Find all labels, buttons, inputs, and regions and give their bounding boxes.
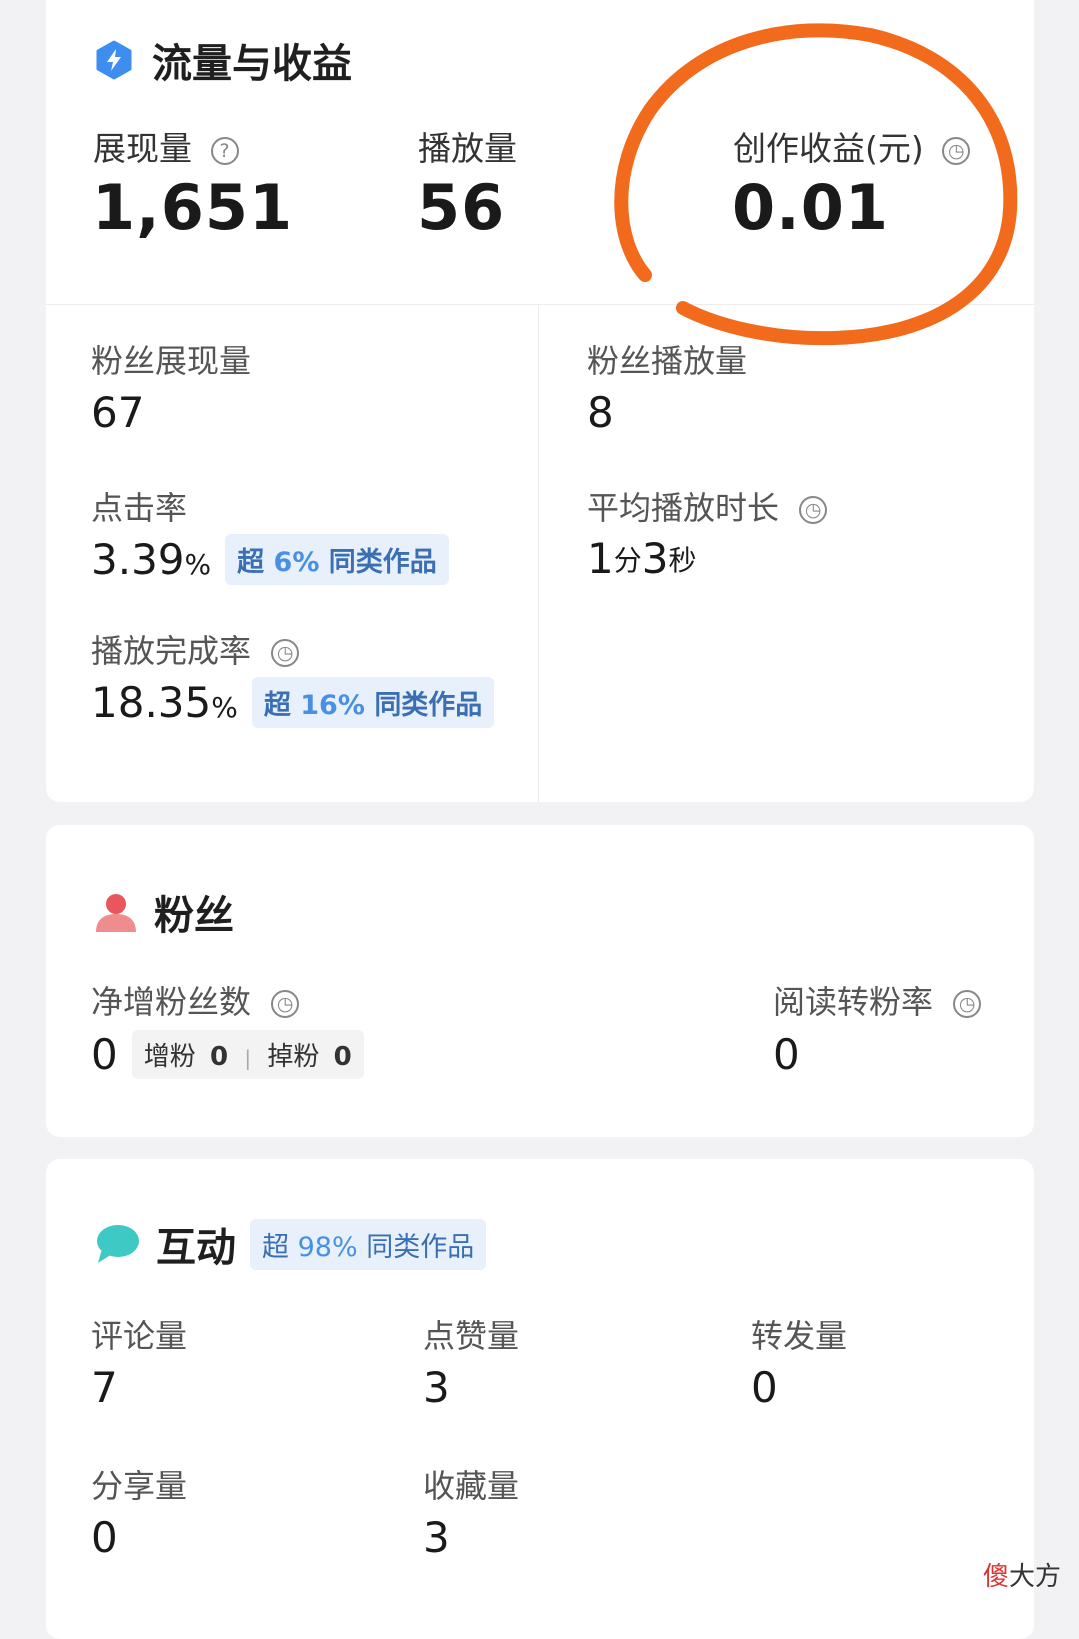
fans-title: 粉丝 (154, 893, 234, 939)
read-convert-label-row: 阅读转粉率 ◷ (773, 977, 982, 1023)
watermark-first: 傻 (982, 1562, 1009, 1592)
watermark-rest: 大方 (1008, 1562, 1061, 1592)
gain-label: 增粉 (143, 1042, 196, 1072)
fan-plays-value: 8 (587, 388, 614, 437)
fan-exposure-value: 67 (91, 388, 145, 437)
completion-label: 播放完成率 (91, 632, 252, 670)
badge-prefix: 超 (263, 690, 291, 721)
avg-duration-row: 1 分 3 秒 (587, 534, 697, 583)
ctr-badge: 超 6% 同类作品 (225, 534, 449, 585)
net-growth-label: 净增粉丝数 (91, 983, 252, 1021)
avg-duration-sec-unit: 秒 (668, 544, 697, 577)
traffic-header: 流量与收益 (94, 31, 352, 89)
exposure-value: 1,651 (92, 171, 294, 244)
badge-value: 98% (297, 1231, 358, 1263)
badge-suffix: 同类作品 (328, 547, 437, 578)
completion-label-row: 播放完成率 ◷ (91, 626, 300, 672)
likes-value: 3 (423, 1363, 450, 1412)
favorites-label: 收藏量 (423, 1467, 520, 1505)
badge-prefix: 超 (237, 547, 265, 578)
clock-icon[interactable]: ◷ (942, 136, 971, 165)
completion-row: 18.35 % 超 16% 同类作品 (91, 677, 495, 728)
avg-duration-sec: 3 (641, 534, 669, 583)
question-icon[interactable]: ? (210, 136, 239, 165)
traffic-card: 流量与收益 展现量 ? 1,651 播放量 56 创作收益(元) ◷ 0.01 … (46, 0, 1034, 802)
clock-icon[interactable]: ◷ (271, 990, 300, 1018)
comments-value: 7 (91, 1363, 118, 1412)
loss-value: 0 (333, 1042, 352, 1072)
clock-icon[interactable]: ◷ (799, 496, 828, 524)
divider (538, 304, 539, 802)
fans-card: 粉丝 净增粉丝数 ◷ 0 增粉 0 | 掉粉 0 阅读转粉率 ◷ 0 (46, 825, 1034, 1137)
avg-duration-min-unit: 分 (613, 544, 642, 577)
separator: | (244, 1046, 252, 1070)
traffic-title: 流量与收益 (152, 41, 352, 87)
completion-unit: % (211, 691, 238, 724)
net-growth-label-row: 净增粉丝数 ◷ (91, 977, 300, 1023)
shares-value: 0 (91, 1513, 118, 1562)
completion-value: 18.35 (91, 678, 212, 727)
completion-badge: 超 16% 同类作品 (251, 677, 495, 728)
avg-duration-label-row: 平均播放时长 ◷ (587, 483, 828, 529)
badge-value: 6% (273, 547, 320, 578)
net-growth-value: 0 (91, 1030, 118, 1079)
clock-icon[interactable]: ◷ (953, 990, 982, 1018)
read-convert-label: 阅读转粉率 (773, 983, 934, 1021)
exposure-label: 展现量 (93, 129, 192, 168)
exposure-label-row: 展现量 ? (93, 122, 239, 170)
badge-suffix: 同类作品 (374, 690, 483, 721)
forwards-value: 0 (751, 1363, 778, 1412)
earnings-label: 创作收益(元) (733, 129, 924, 168)
net-growth-row: 0 增粉 0 | 掉粉 0 (91, 1030, 364, 1079)
ctr-label: 点击率 (91, 489, 188, 527)
interaction-badge: 超 98% 同类作品 (250, 1218, 487, 1270)
interaction-card: 互动 超 98% 同类作品 评论量 7 点赞量 3 转发量 0 分享量 0 收藏… (46, 1159, 1034, 1639)
fan-plays-label: 粉丝播放量 (587, 342, 748, 380)
fans-header: 粉丝 (94, 883, 234, 941)
person-icon (94, 890, 138, 934)
badge-value: 16% (300, 690, 365, 721)
divider (46, 304, 1034, 305)
likes-label: 点赞量 (423, 1317, 520, 1355)
ctr-value: 3.39 (91, 535, 185, 584)
comments-label: 评论量 (91, 1317, 188, 1355)
watermark: 傻大方 (983, 1556, 1061, 1593)
lightning-icon (94, 40, 134, 80)
gain-loss-pill: 增粉 0 | 掉粉 0 (131, 1030, 364, 1079)
interaction-header: 互动 超 98% 同类作品 (94, 1215, 487, 1273)
ctr-row: 3.39 % 超 6% 同类作品 (91, 534, 449, 585)
badge-prefix: 超 (262, 1231, 289, 1263)
favorites-value: 3 (423, 1513, 450, 1562)
read-convert-value: 0 (773, 1030, 800, 1079)
ctr-unit: % (184, 548, 212, 581)
chat-bubble-icon (94, 1223, 140, 1265)
interaction-title: 互动 (156, 1225, 236, 1271)
earnings-label-row: 创作收益(元) ◷ (733, 122, 971, 170)
forwards-label: 转发量 (751, 1317, 848, 1355)
plays-value: 56 (417, 171, 506, 244)
avg-duration-label: 平均播放时长 (587, 489, 780, 527)
earnings-value: 0.01 (732, 171, 889, 244)
badge-suffix: 同类作品 (366, 1231, 475, 1263)
fan-exposure-label: 粉丝展现量 (91, 342, 252, 380)
plays-label: 播放量 (418, 129, 517, 168)
shares-label: 分享量 (91, 1467, 188, 1505)
avg-duration-min: 1 (587, 534, 614, 583)
gain-value: 0 (210, 1042, 229, 1072)
clock-icon[interactable]: ◷ (271, 639, 300, 667)
loss-label: 掉粉 (267, 1042, 320, 1072)
